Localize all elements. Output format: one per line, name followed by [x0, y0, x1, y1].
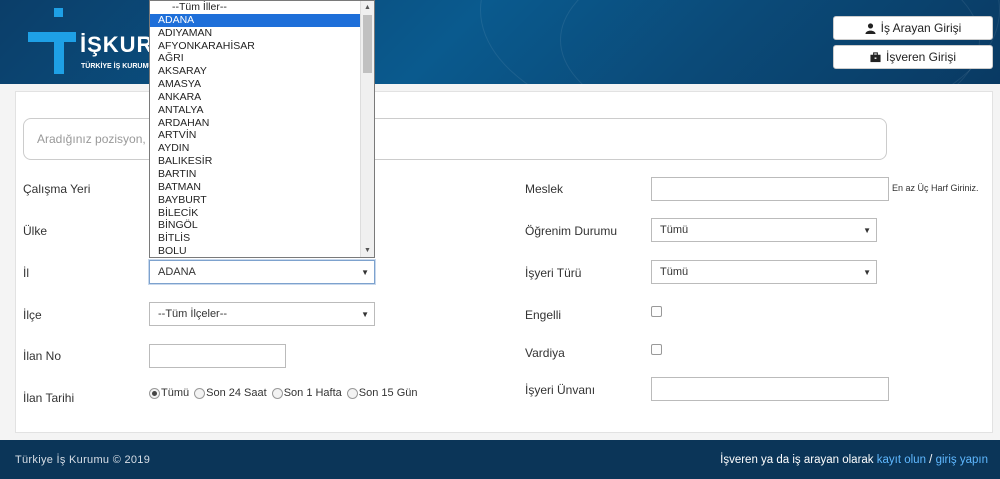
province-option[interactable]: --Tüm İller-- [150, 1, 374, 14]
radio-button[interactable] [271, 387, 283, 399]
country-label: Ülke [23, 224, 48, 238]
province-option[interactable]: ANKARA [150, 91, 374, 104]
user-icon [865, 22, 876, 34]
province-option[interactable]: AMASYA [150, 78, 374, 91]
province-option[interactable]: AKSARAY [150, 65, 374, 78]
scroll-up-icon[interactable]: ▲ [361, 1, 374, 14]
briefcase-icon [870, 51, 881, 62]
employer-login-label: İşveren Girişi [885, 50, 956, 64]
ad-no-label: İlan No [23, 349, 62, 363]
province-option[interactable]: BARTIN [150, 168, 374, 181]
province-label: İl [23, 266, 29, 280]
education-select[interactable]: Tümü ▼ [651, 218, 877, 242]
ad-date-option-all[interactable]: Tümü [149, 387, 189, 399]
ad-date-option-1week[interactable]: Son 1 Hafta [271, 387, 342, 399]
site-footer: Türkiye İş Kurumu © 2019 İşveren ya da i… [0, 440, 1000, 479]
copyright-text: Türkiye İş Kurumu © 2019 [15, 453, 151, 466]
province-dropdown-list[interactable]: --Tüm İller-- ADANA ADIYAMAN AFYONKARAHİSAR… [149, 0, 375, 258]
province-option[interactable]: BATMAN [150, 181, 374, 194]
logo-text: İŞKUR [80, 32, 154, 57]
footer-cta-prefix: İşveren ya da iş arayan olarak [720, 453, 877, 466]
profession-input[interactable] [651, 177, 889, 201]
province-option[interactable]: ADIYAMAN [150, 27, 374, 40]
radio-button[interactable] [346, 387, 358, 399]
shift-label: Vardiya [525, 346, 565, 360]
ad-date-option-24h[interactable]: Son 24 Saat [194, 387, 267, 399]
ad-date-option-15days[interactable]: Son 15 Gün [346, 387, 418, 399]
footer-cta: İşveren ya da iş arayan olarak kayıt olu… [720, 454, 988, 466]
province-option[interactable]: ANTALYA [150, 104, 374, 117]
education-label: Öğrenim Durumu [525, 224, 618, 238]
ad-date-label: İlan Tarihi [23, 391, 75, 405]
register-link[interactable]: kayıt olun [877, 454, 926, 466]
scroll-thumb[interactable] [363, 15, 372, 73]
caret-down-icon: ▼ [361, 268, 369, 277]
province-option[interactable]: ARDAHAN [150, 117, 374, 130]
caret-down-icon: ▼ [361, 310, 369, 319]
header-decoration [560, 0, 980, 84]
disabled-checkbox[interactable] [651, 306, 662, 317]
work-location-label: Çalışma Yeri [23, 182, 91, 196]
ad-date-radio-group: Tümü Son 24 Saat Son 1 Hafta Son 15 Gün [149, 387, 423, 399]
province-option[interactable]: AĞRI [150, 52, 374, 65]
job-seeker-login-button[interactable]: İş Arayan Girişi [833, 16, 993, 40]
workplace-type-select[interactable]: Tümü ▼ [651, 260, 877, 284]
province-option[interactable]: BOLU [150, 245, 374, 257]
workplace-title-label: İşyeri Ünvanı [525, 383, 596, 397]
province-option[interactable]: ADANA [150, 13, 374, 27]
scroll-down-icon[interactable]: ▼ [361, 244, 374, 257]
logo-subtitle: TÜRKİYE İŞ KURUMU [81, 63, 154, 70]
radio-label: Son 15 Gün [358, 387, 418, 399]
iskur-logo-mark-icon [28, 8, 76, 74]
radio-label: Tümü [161, 387, 190, 399]
district-select-value: --Tüm İlçeler-- [158, 308, 228, 320]
province-option[interactable]: ARTVİN [150, 129, 374, 142]
workplace-type-label: İşyeri Türü [525, 266, 582, 280]
district-label: İlçe [23, 308, 42, 322]
district-select[interactable]: --Tüm İlçeler-- ▼ [149, 302, 375, 326]
province-option[interactable]: BİTLİS [150, 232, 374, 245]
province-option[interactable]: BAYBURT [150, 194, 374, 207]
radio-label: Son 1 Hafta [283, 387, 342, 399]
profession-label: Meslek [525, 182, 564, 196]
job-seeker-login-label: İş Arayan Girişi [880, 21, 962, 35]
province-select[interactable]: ADANA ▼ [149, 260, 375, 284]
radio-button[interactable] [194, 387, 206, 399]
radio-button[interactable] [149, 387, 160, 399]
ad-no-input[interactable] [149, 344, 286, 368]
education-select-value: Tümü [660, 224, 689, 236]
province-option[interactable]: AYDIN [150, 142, 374, 155]
province-options: --Tüm İller-- ADANA ADIYAMAN AFYONKARAHİSAR… [150, 1, 374, 257]
workplace-title-input[interactable] [651, 377, 889, 401]
radio-label: Son 24 Saat [206, 387, 267, 399]
login-link[interactable]: giriş yapın [936, 454, 988, 466]
caret-down-icon: ▼ [863, 226, 871, 235]
province-option[interactable]: AFYONKARAHİSAR [150, 40, 374, 53]
province-select-value: ADANA [158, 266, 196, 278]
workplace-type-select-value: Tümü [660, 266, 689, 278]
employer-login-button[interactable]: İşveren Girişi [833, 45, 993, 69]
profession-hint: En az Üç Harf Giriniz. [892, 183, 979, 193]
province-option[interactable]: BALIKESİR [150, 155, 374, 168]
caret-down-icon: ▼ [863, 268, 871, 277]
iskur-logo[interactable]: İŞKUR TÜRKİYE İŞ KURUMU [28, 8, 168, 78]
disabled-label: Engelli [525, 308, 562, 322]
province-option[interactable]: BİLECİK [150, 207, 374, 220]
dropdown-scrollbar[interactable]: ▲ ▼ [360, 1, 374, 257]
footer-separator: / [925, 453, 936, 466]
shift-checkbox[interactable] [651, 344, 662, 355]
province-option[interactable]: BİNGÖL [150, 219, 374, 232]
